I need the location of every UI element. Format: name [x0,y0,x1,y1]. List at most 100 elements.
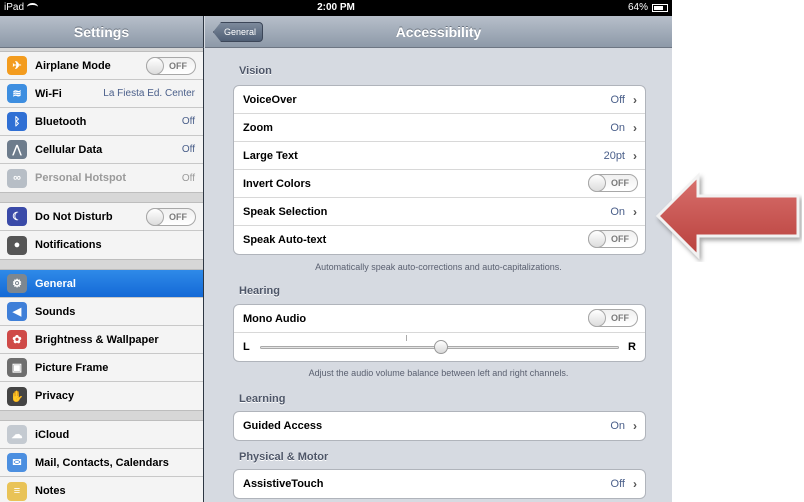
sidebar-item-icloud[interactable]: ☁ iCloud [0,421,203,449]
section-vision: Vision [239,65,272,77]
guided-access-value: On [610,420,625,432]
sidebar-item-label: Notifications [35,239,102,251]
section-physical-motor: Physical & Motor [239,451,329,463]
hand-icon: ✋ [7,386,27,406]
chevron-right-icon: › [633,92,637,107]
speak-selection-row[interactable]: Speak Selection On › [234,198,645,226]
hearing-group: Mono Audio OFF L R [233,304,646,362]
toggle-state: OFF [169,61,187,71]
chevron-right-icon: › [633,120,637,135]
gear-icon: ⚙ [7,274,27,293]
sidebar-item-sounds[interactable]: ◀ Sounds [0,298,203,326]
toggle-knob [588,174,606,192]
toggle-knob [146,208,164,226]
toggle-knob [588,230,606,248]
annotation-arrow-icon [655,172,800,260]
vision-footnote: Automatically speak auto-corrections and… [315,262,562,272]
airplane-mode-toggle[interactable]: OFF [146,57,196,75]
flower-icon: ✿ [7,330,27,349]
antenna-icon: ⋀ [7,140,27,159]
accessibility-title: Accessibility [395,24,482,40]
zoom-value: On [610,121,625,134]
accessibility-pane: Vision VoiceOver Off › Zoom On › Large Text 20p… [205,48,672,502]
sidebar-item-mail-contacts-calendars[interactable]: ✉ Mail, Contacts, Calendars [0,449,203,477]
speak-selection-label: Speak Selection [243,205,328,218]
sidebar-item-label: Bluetooth [35,115,87,128]
battery-icon [652,3,668,12]
sidebar-group: ☾ Do Not Disturb OFF ● Notifications [0,202,203,260]
hearing-footnote: Adjust the audio volume balance between … [308,368,569,378]
invert-colors-label: Invert Colors [243,177,311,190]
sidebar-item-label: Airplane Mode [35,59,111,72]
sidebar-item-label: Do Not Disturb [35,210,113,223]
invert-colors-row: Invert Colors OFF [234,170,645,198]
sidebar-item-label: Cellular Data [35,143,103,156]
section-learning: Learning [239,393,286,405]
sidebar-item-do-not-disturb[interactable]: ☾ Do Not Disturb OFF [0,203,203,231]
sidebar-item-wi-fi[interactable]: ≋ Wi-Fi La Fiesta Ed. Center [0,80,203,108]
assistivetouch-value: Off [610,478,625,490]
speak-auto-text-label: Speak Auto-text [243,234,327,246]
guided-access-row[interactable]: Guided Access On › [234,412,645,440]
toggle-state: OFF [611,178,629,188]
mail-icon: ✉ [7,453,27,472]
arrow-shape [655,172,800,260]
sidebar-item-notifications[interactable]: ● Notifications [0,231,203,259]
accessibility-nav-bar: General Accessibility [205,16,672,48]
sidebar-item-general[interactable]: ⚙ General [0,270,203,298]
battery-percent: 64% [627,2,648,13]
picture-frame-icon: ▣ [7,358,27,377]
section-hearing: Hearing [239,285,280,297]
sidebar-item-picture-frame[interactable]: ▣ Picture Frame [0,354,203,382]
sidebar-item-label: Wi-Fi [35,87,62,100]
balance-left-label: L [243,341,250,353]
toggle-state: OFF [611,313,629,323]
sidebar-group: ✈ Airplane Mode OFF ≋ Wi-Fi La Fiesta Ed. Cen… [0,51,203,193]
learning-group: Guided Access On › [233,411,646,441]
speak-auto-text-toggle[interactable]: OFF [588,230,638,248]
large-text-row[interactable]: Large Text 20pt › [234,142,645,170]
sidebar-item-bluetooth[interactable]: ᛒ Bluetooth Off [0,108,203,136]
mono-audio-row: Mono Audio OFF [234,305,645,333]
balance-center-tick [406,335,407,341]
assistivetouch-row[interactable]: AssistiveTouch Off › [234,470,645,498]
large-text-value: 20pt [603,149,625,162]
sidebar-item-personal-hotspot[interactable]: ∞ Personal Hotspot Off [0,164,203,192]
sidebar-item-label: Sounds [35,305,76,318]
sidebar-item-airplane-mode[interactable]: ✈ Airplane Mode OFF [0,52,203,80]
sidebar-item-value: La Fiesta Ed. Center [103,88,195,99]
sidebar-item-label: Mail, Contacts, Calendars [35,456,169,469]
invert-colors-toggle[interactable]: OFF [588,174,638,192]
zoom-label: Zoom [243,121,273,134]
vision-group: VoiceOver Off › Zoom On › Large Text 20pt › Inver… [233,85,646,255]
speaker-icon: ◀ [7,302,27,321]
airplane-icon: ✈ [7,56,27,75]
status-bar: iPad 2:00 PM 64% [0,0,672,16]
hotspot-icon: ∞ [7,168,27,188]
sidebar-item-label: Notes [35,485,66,497]
do-not-disturb-toggle[interactable]: OFF [146,208,196,226]
settings-title: Settings [73,24,130,40]
notifications-icon: ● [7,235,27,255]
bluetooth-icon: ᛒ [7,112,27,131]
mono-audio-toggle[interactable]: OFF [588,309,638,327]
sidebar-item-label: iCloud [35,428,70,441]
sidebar-item-label: Privacy [35,390,75,402]
sidebar-item-cellular-data[interactable]: ⋀ Cellular Data Off [0,136,203,164]
balance-thumb[interactable] [433,340,448,354]
sidebar-item-brightness-wallpaper[interactable]: ✿ Brightness & Wallpaper [0,326,203,354]
chevron-right-icon: › [633,204,637,219]
zoom-row[interactable]: Zoom On › [234,114,645,142]
sidebar-item-privacy[interactable]: ✋ Privacy [0,382,203,410]
balance-slider-row: L R [234,333,645,361]
sidebar-item-notes[interactable]: ≡ Notes [0,477,203,502]
chevron-right-icon: › [633,419,637,433]
voiceover-row[interactable]: VoiceOver Off › [234,86,645,114]
settings-nav-bar: Settings [0,16,204,48]
voiceover-label: VoiceOver [243,93,297,106]
cloud-icon: ☁ [7,425,27,444]
large-text-label: Large Text [243,149,298,162]
sidebar-item-label: Picture Frame [35,361,109,374]
notes-icon: ≡ [7,481,27,501]
